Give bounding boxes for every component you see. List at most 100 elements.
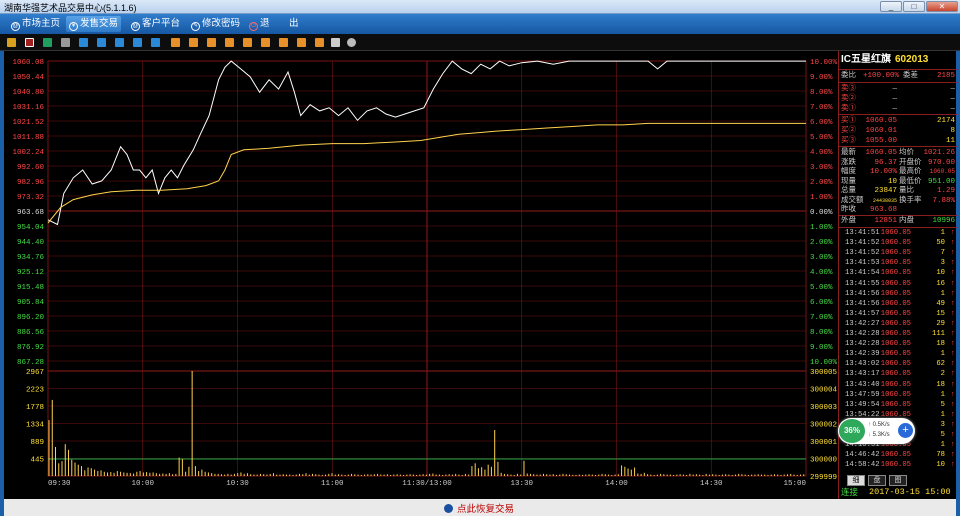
window-title: 湖南华强艺术品交易中心(5.1.1.6) xyxy=(4,3,137,13)
quote-icon[interactable] xyxy=(79,38,88,47)
tick-row: 13:43:02 1060.05 62 ↑ xyxy=(839,359,957,370)
stat-row: 幅度 10.00% 最高价 1060.05 xyxy=(839,167,957,177)
weibi-value: +100.00% xyxy=(862,72,899,80)
menu-exit[interactable]: ⏻ 退 xyxy=(246,16,273,32)
y-right-tick-label: 5.00% xyxy=(810,134,833,142)
tool-4-icon[interactable] xyxy=(225,38,234,47)
tick-row: 13:41:52 1060.05 7 ↑ xyxy=(839,248,957,259)
x-tick-label: 10:30 xyxy=(226,480,249,488)
vol-tick-label: 2967 xyxy=(26,369,44,377)
maximize-button[interactable]: □ xyxy=(903,1,925,12)
resume-icon xyxy=(444,504,453,513)
y-right-tick-label: 1.00% xyxy=(810,194,833,202)
stat-label-2: 最高价 xyxy=(899,168,922,176)
plus-icon[interactable]: + xyxy=(898,423,913,438)
neipan-value: 10996 xyxy=(932,217,955,225)
tick-row: 13:43:17 1060.05 2 ↑ xyxy=(839,369,957,380)
order-ratio-row: 委比 +100.00% 委差 2185 xyxy=(839,71,957,81)
waipan-label: 外盘 xyxy=(841,217,856,225)
y-right-tick-label: 2.00% xyxy=(810,179,833,187)
up-arrow-icon: ↑ xyxy=(950,420,955,429)
buy-level-row: 买① 1060.05 2174 xyxy=(839,116,957,126)
tick-volume: 1 xyxy=(940,390,945,399)
menu-change-password[interactable]: ✎ 修改密码 xyxy=(188,16,243,32)
y-tick-label: 963.68 xyxy=(17,209,44,217)
line-chart-icon[interactable] xyxy=(25,38,34,47)
datetime: 2017-03-15 15:00 xyxy=(869,487,951,497)
y-tick-label: 876.92 xyxy=(17,344,44,352)
tick-volume: 16 xyxy=(936,279,945,288)
minimize-button[interactable]: _ xyxy=(880,1,902,12)
buy-level-volume: 2174 xyxy=(936,117,955,125)
x-tick-label: 13:30 xyxy=(510,480,533,488)
up-arrow-icon: ↑ xyxy=(950,410,955,419)
stat-row: 最新 1060.05 均价 1021.26 xyxy=(839,148,957,158)
tick-row: 13:41:54 1060.05 10 ↑ xyxy=(839,268,957,279)
buy-level-label: 买② xyxy=(841,127,856,135)
menu-exit-2[interactable]: 出 xyxy=(286,16,302,32)
stat-label: 总量 xyxy=(841,187,856,195)
stat-row: 总量 23847 量比 1.29 xyxy=(839,186,957,196)
up-arrow-icon: ↑ xyxy=(950,239,955,248)
network-widget[interactable]: 36% ↑ 0.5K/s ↓ 5.3K/s + xyxy=(838,418,915,444)
rank-icon[interactable] xyxy=(115,38,124,47)
pen-icon[interactable] xyxy=(331,38,340,47)
menu-label: 出 xyxy=(289,18,299,29)
stat-value: 96.37 xyxy=(874,158,897,167)
sell-level-row: 卖② — — xyxy=(839,94,957,104)
gear-icon[interactable] xyxy=(347,38,356,47)
menu-bar: @ 市场主页 ¥ 发售交易 @ 客户平台 ✎ 修改密码 ⏻ 退 出 xyxy=(0,14,960,34)
y-tick-label: 954.04 xyxy=(17,224,45,232)
close-view-icon[interactable] xyxy=(151,38,160,47)
tool-1-icon[interactable] xyxy=(171,38,180,47)
tool-2-icon[interactable] xyxy=(189,38,198,47)
tick-volume: 2 xyxy=(940,370,945,379)
sell-level-row: 卖③ — — xyxy=(839,84,957,94)
tick-row: 13:42:28 1060.05 18 ↑ xyxy=(839,339,957,350)
y-tick-label: 1021.52 xyxy=(12,119,44,127)
vol-right-tick-label: 300000 xyxy=(810,457,838,465)
report-icon[interactable] xyxy=(97,38,106,47)
up-arrow-icon: ↑ xyxy=(950,360,955,369)
buy-level-label: 买③ xyxy=(841,137,856,145)
tool-7-icon[interactable] xyxy=(279,38,288,47)
tick-price: 1060.05 xyxy=(880,289,911,298)
menu-client-platform[interactable]: @ 客户平台 xyxy=(128,16,183,32)
list-icon[interactable] xyxy=(61,38,70,47)
y-tick-label: 992.60 xyxy=(17,164,45,172)
tab-book[interactable]: 盘 xyxy=(868,475,886,486)
x-tick-label: 14:00 xyxy=(605,480,628,488)
y-right-tick-label: 6.00% xyxy=(810,299,833,307)
x-tick-label: 15:00 xyxy=(783,480,806,488)
menu-market-home[interactable]: @ 市场主页 xyxy=(8,16,63,32)
tool-5-icon[interactable] xyxy=(243,38,252,47)
tick-price: 1060.05 xyxy=(880,279,911,288)
up-arrow-icon: ↑ xyxy=(950,309,955,318)
candles-icon[interactable] xyxy=(43,38,52,47)
tool-3-icon[interactable] xyxy=(207,38,216,47)
tab-chart[interactable]: 图 xyxy=(889,475,907,486)
resume-label: 点此恢复交易 xyxy=(457,504,515,515)
vol-right-tick-label: 300005 xyxy=(810,369,838,377)
resume-trading-link[interactable]: 点此恢复交易 xyxy=(444,501,514,515)
tool-8-icon[interactable] xyxy=(297,38,306,47)
up-arrow-icon: ↑ xyxy=(950,289,955,298)
close-button[interactable]: ✕ xyxy=(926,1,958,12)
y-tick-label: 1031.16 xyxy=(12,104,44,112)
tool-9-icon[interactable] xyxy=(315,38,324,47)
tab-detail[interactable]: 细 xyxy=(847,475,865,486)
bar-chart-icon[interactable] xyxy=(7,38,16,47)
y-tick-label: 925.12 xyxy=(17,269,44,277)
tick-row: 14:46:42 1060.05 78 ↑ xyxy=(839,450,957,461)
tool-6-icon[interactable] xyxy=(261,38,270,47)
menu-label: 客户平台 xyxy=(142,18,181,29)
y-right-tick-label: 2.00% xyxy=(810,239,833,247)
flow-icon[interactable] xyxy=(133,38,142,47)
x-tick-label: 10:00 xyxy=(131,480,154,488)
tick-row: 13:41:55 1060.05 16 ↑ xyxy=(839,279,957,290)
tick-row: 13:42:27 1060.05 29 ↑ xyxy=(839,319,957,330)
tick-price: 1060.05 xyxy=(880,309,911,318)
stat-label-2: 最低价 xyxy=(899,177,922,186)
tick-price: 1060.05 xyxy=(880,330,911,338)
menu-issue-trading[interactable]: ¥ 发售交易 xyxy=(66,16,122,32)
